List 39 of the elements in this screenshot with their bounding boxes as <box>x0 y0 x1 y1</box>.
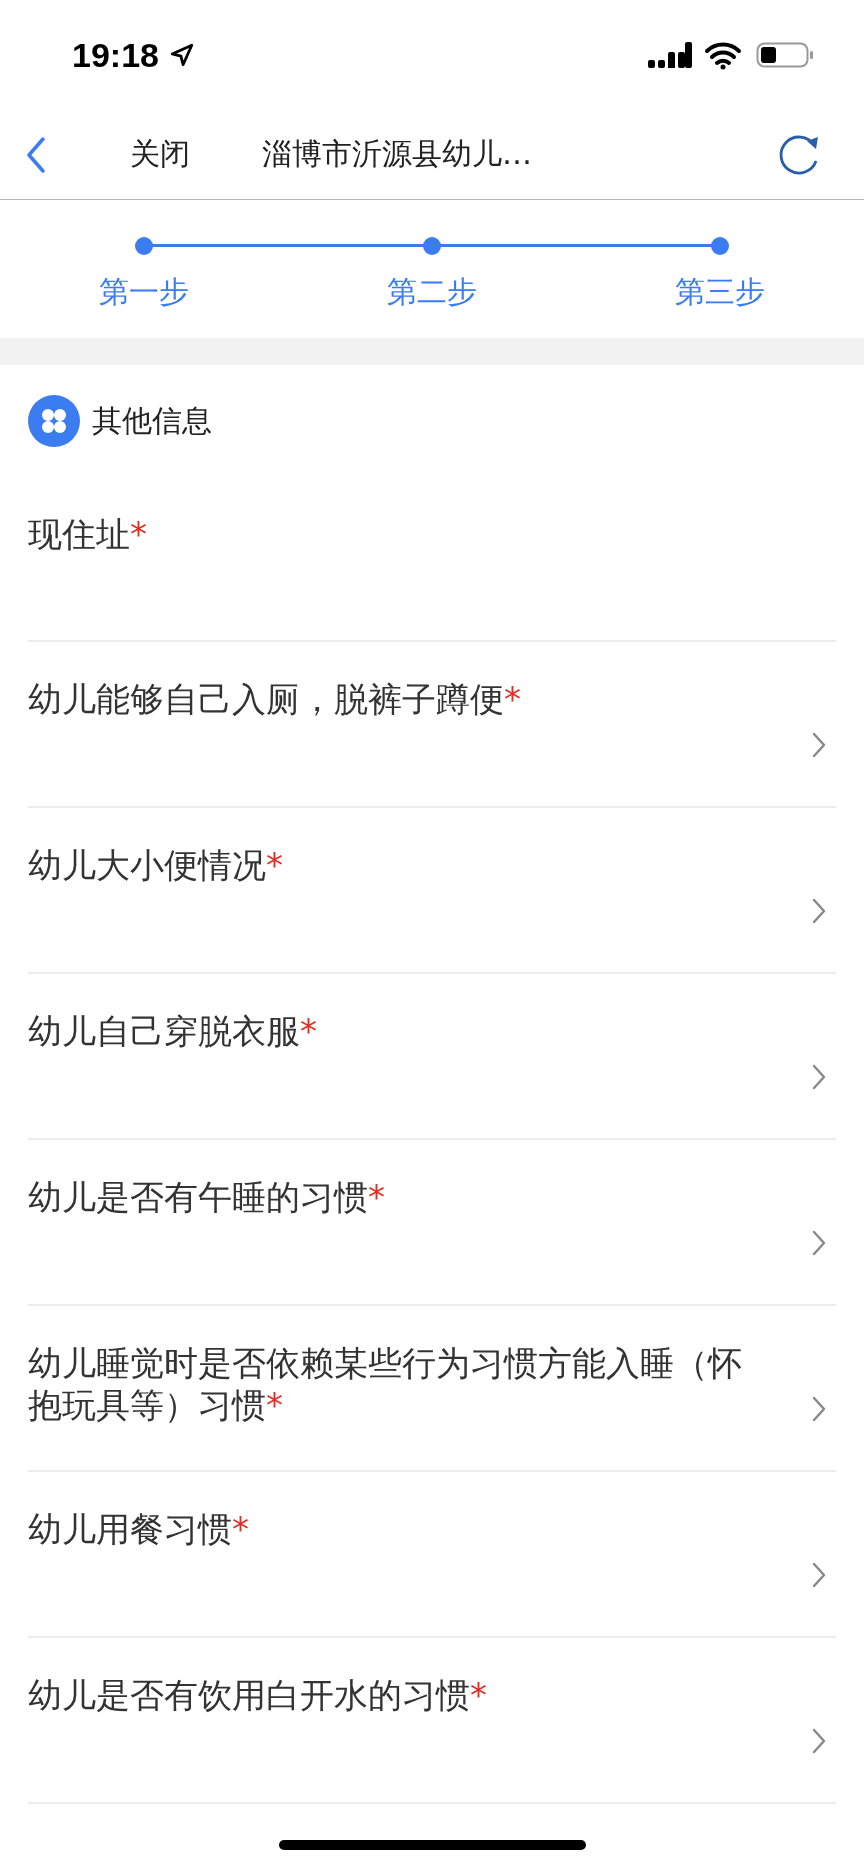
chevron-right-icon <box>812 1728 826 1754</box>
form-field[interactable]: 现住址* <box>28 477 836 642</box>
grid-icon <box>28 395 80 447</box>
step-dot <box>423 237 441 255</box>
form-field[interactable]: 幼儿大小便情况* <box>28 808 836 974</box>
section-title: 其他信息 <box>92 401 212 440</box>
form-field[interactable]: 幼儿是否有午睡的习惯* <box>28 1140 836 1306</box>
chevron-right-icon <box>812 1064 826 1090</box>
field-label: 幼儿睡觉时是否依赖某些行为习惯方能入睡（怀抱玩具等）习惯* <box>28 1342 743 1426</box>
chevron-right-icon <box>812 732 826 758</box>
form-field[interactable]: 幼儿睡觉时是否依赖某些行为习惯方能入睡（怀抱玩具等）习惯* <box>28 1306 836 1472</box>
signal-icon <box>648 40 692 70</box>
field-label: 幼儿是否有饮用白开水的习惯* <box>28 1674 488 1716</box>
field-label: 幼儿是否有午睡的习惯* <box>28 1176 386 1218</box>
step-label: 第二步 <box>387 273 477 311</box>
page-title: 淄博市沂源县幼儿… <box>262 135 532 173</box>
chevron-right-icon <box>812 1562 826 1588</box>
chevron-right-icon <box>812 898 826 924</box>
location-arrow-icon <box>168 42 195 68</box>
form-field[interactable]: 幼儿自己穿脱衣服* <box>28 974 836 1140</box>
step-label: 第三步 <box>675 273 765 311</box>
step-dot <box>711 237 729 255</box>
chevron-right-icon <box>812 1396 826 1422</box>
chevron-right-icon <box>812 1230 826 1256</box>
battery-icon <box>756 40 814 70</box>
form-field[interactable]: 幼儿是否有饮用白开水的习惯* <box>28 1638 836 1804</box>
field-label: 幼儿用餐习惯* <box>28 1508 250 1550</box>
step-label: 第一步 <box>99 273 189 311</box>
back-icon <box>26 135 46 174</box>
field-label: 幼儿自己穿脱衣服* <box>28 1010 318 1052</box>
field-label: 幼儿大小便情况* <box>28 844 284 886</box>
form-field[interactable]: 幼儿用餐习惯* <box>28 1472 836 1638</box>
field-label: 幼儿能够自己入厕，脱裤子蹲便* <box>28 678 522 720</box>
step-dot <box>135 237 153 255</box>
wifi-icon <box>704 40 742 70</box>
clock-time: 19:18 <box>72 35 159 75</box>
form-field[interactable]: 幼儿能够自己入厕，脱裤子蹲便* <box>28 642 836 808</box>
close-button[interactable]: 关闭 <box>130 134 190 175</box>
field-label: 现住址* <box>28 513 148 555</box>
